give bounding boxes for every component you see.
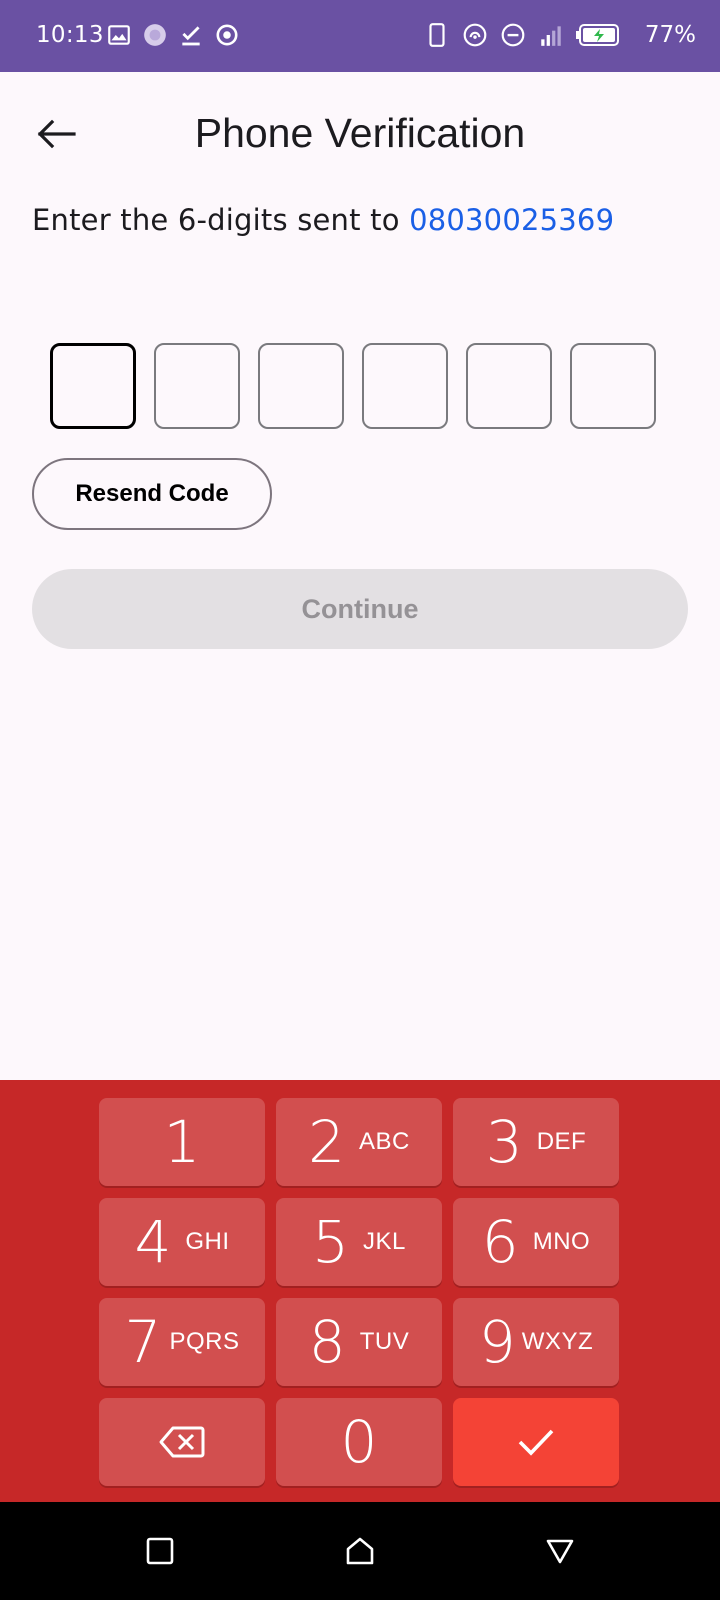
- key-letters: ABC: [359, 1128, 410, 1155]
- continue-button[interactable]: Continue: [32, 569, 688, 649]
- key-7[interactable]: 7 PQRS: [99, 1298, 265, 1386]
- key-6[interactable]: 6 MNO: [453, 1198, 619, 1286]
- key-2[interactable]: 2 ABC: [276, 1098, 442, 1186]
- key-0[interactable]: 0: [276, 1398, 442, 1486]
- page-title: Phone Verification: [194, 110, 526, 156]
- key-digit: 4: [134, 1208, 172, 1276]
- otp-digit-1[interactable]: [50, 343, 136, 429]
- prompt-text: Enter the 6-digits sent to: [32, 203, 410, 237]
- dnd-icon: [501, 23, 525, 47]
- key-digit: 0: [340, 1408, 378, 1476]
- key-digit: 8: [308, 1308, 346, 1376]
- otp-digit-2[interactable]: [154, 343, 240, 429]
- status-left-icons: [106, 22, 240, 48]
- phone-outline-icon: [429, 23, 445, 47]
- key-letters: GHI: [185, 1228, 230, 1255]
- status-time: 10:13: [36, 22, 104, 48]
- key-letters: PQRS: [169, 1328, 240, 1355]
- key-digit: 9: [478, 1308, 516, 1376]
- key-letters: DEF: [536, 1128, 587, 1155]
- otp-digit-5[interactable]: [466, 343, 552, 429]
- home-icon[interactable]: [345, 1536, 375, 1566]
- key-digit: 5: [312, 1208, 350, 1276]
- key-digit: 3: [485, 1108, 523, 1176]
- key-letters: JKL: [363, 1228, 406, 1255]
- otp-digit-6[interactable]: [570, 343, 656, 429]
- key-digit: 2: [308, 1108, 346, 1176]
- battery-percent: 77%: [644, 22, 696, 48]
- battery-charging-icon: [576, 24, 619, 46]
- key-digit: 7: [124, 1308, 162, 1376]
- key-3[interactable]: 3 DEF: [453, 1098, 619, 1186]
- key-5[interactable]: 5 JKL: [276, 1198, 442, 1286]
- verification-prompt: Enter the 6-digits sent to 08030025369: [32, 203, 614, 237]
- numeric-keypad: 1 2 ABC 3 DEF 4 GHI 5 JKL 6 MNO 7 PQRS 8…: [0, 1080, 720, 1502]
- key-letters: TUV: [359, 1328, 410, 1355]
- target-icon: [216, 24, 238, 46]
- key-backspace[interactable]: [99, 1398, 265, 1486]
- key-digit: 6: [481, 1208, 519, 1276]
- loading-circle-icon: [144, 24, 166, 46]
- gallery-icon: [108, 25, 130, 45]
- checkmark-icon: [518, 1429, 554, 1456]
- otp-input-row: [50, 343, 656, 429]
- otp-digit-3[interactable]: [258, 343, 344, 429]
- key-9[interactable]: 9 WXYZ: [453, 1298, 619, 1386]
- navigation-bar: [0, 1502, 720, 1600]
- status-right-icons: [424, 22, 622, 48]
- key-confirm[interactable]: [453, 1398, 619, 1486]
- phone-number: 08030025369: [409, 203, 615, 237]
- resend-code-button[interactable]: Resend Code: [32, 458, 272, 530]
- key-1[interactable]: 1: [99, 1098, 265, 1186]
- recents-square-icon[interactable]: [145, 1536, 175, 1566]
- key-letters: WXYZ: [521, 1328, 594, 1355]
- key-digit: 1: [163, 1108, 201, 1176]
- status-bar: 10:13 77%: [0, 0, 720, 72]
- backspace-icon: [159, 1426, 205, 1458]
- hotspot-icon: [463, 23, 487, 47]
- key-8[interactable]: 8 TUV: [276, 1298, 442, 1386]
- back-triangle-icon[interactable]: [545, 1536, 575, 1566]
- key-4[interactable]: 4 GHI: [99, 1198, 265, 1286]
- key-letters: MNO: [532, 1228, 591, 1255]
- download-done-icon: [182, 26, 200, 46]
- signal-icon: [541, 26, 561, 46]
- otp-digit-4[interactable]: [362, 343, 448, 429]
